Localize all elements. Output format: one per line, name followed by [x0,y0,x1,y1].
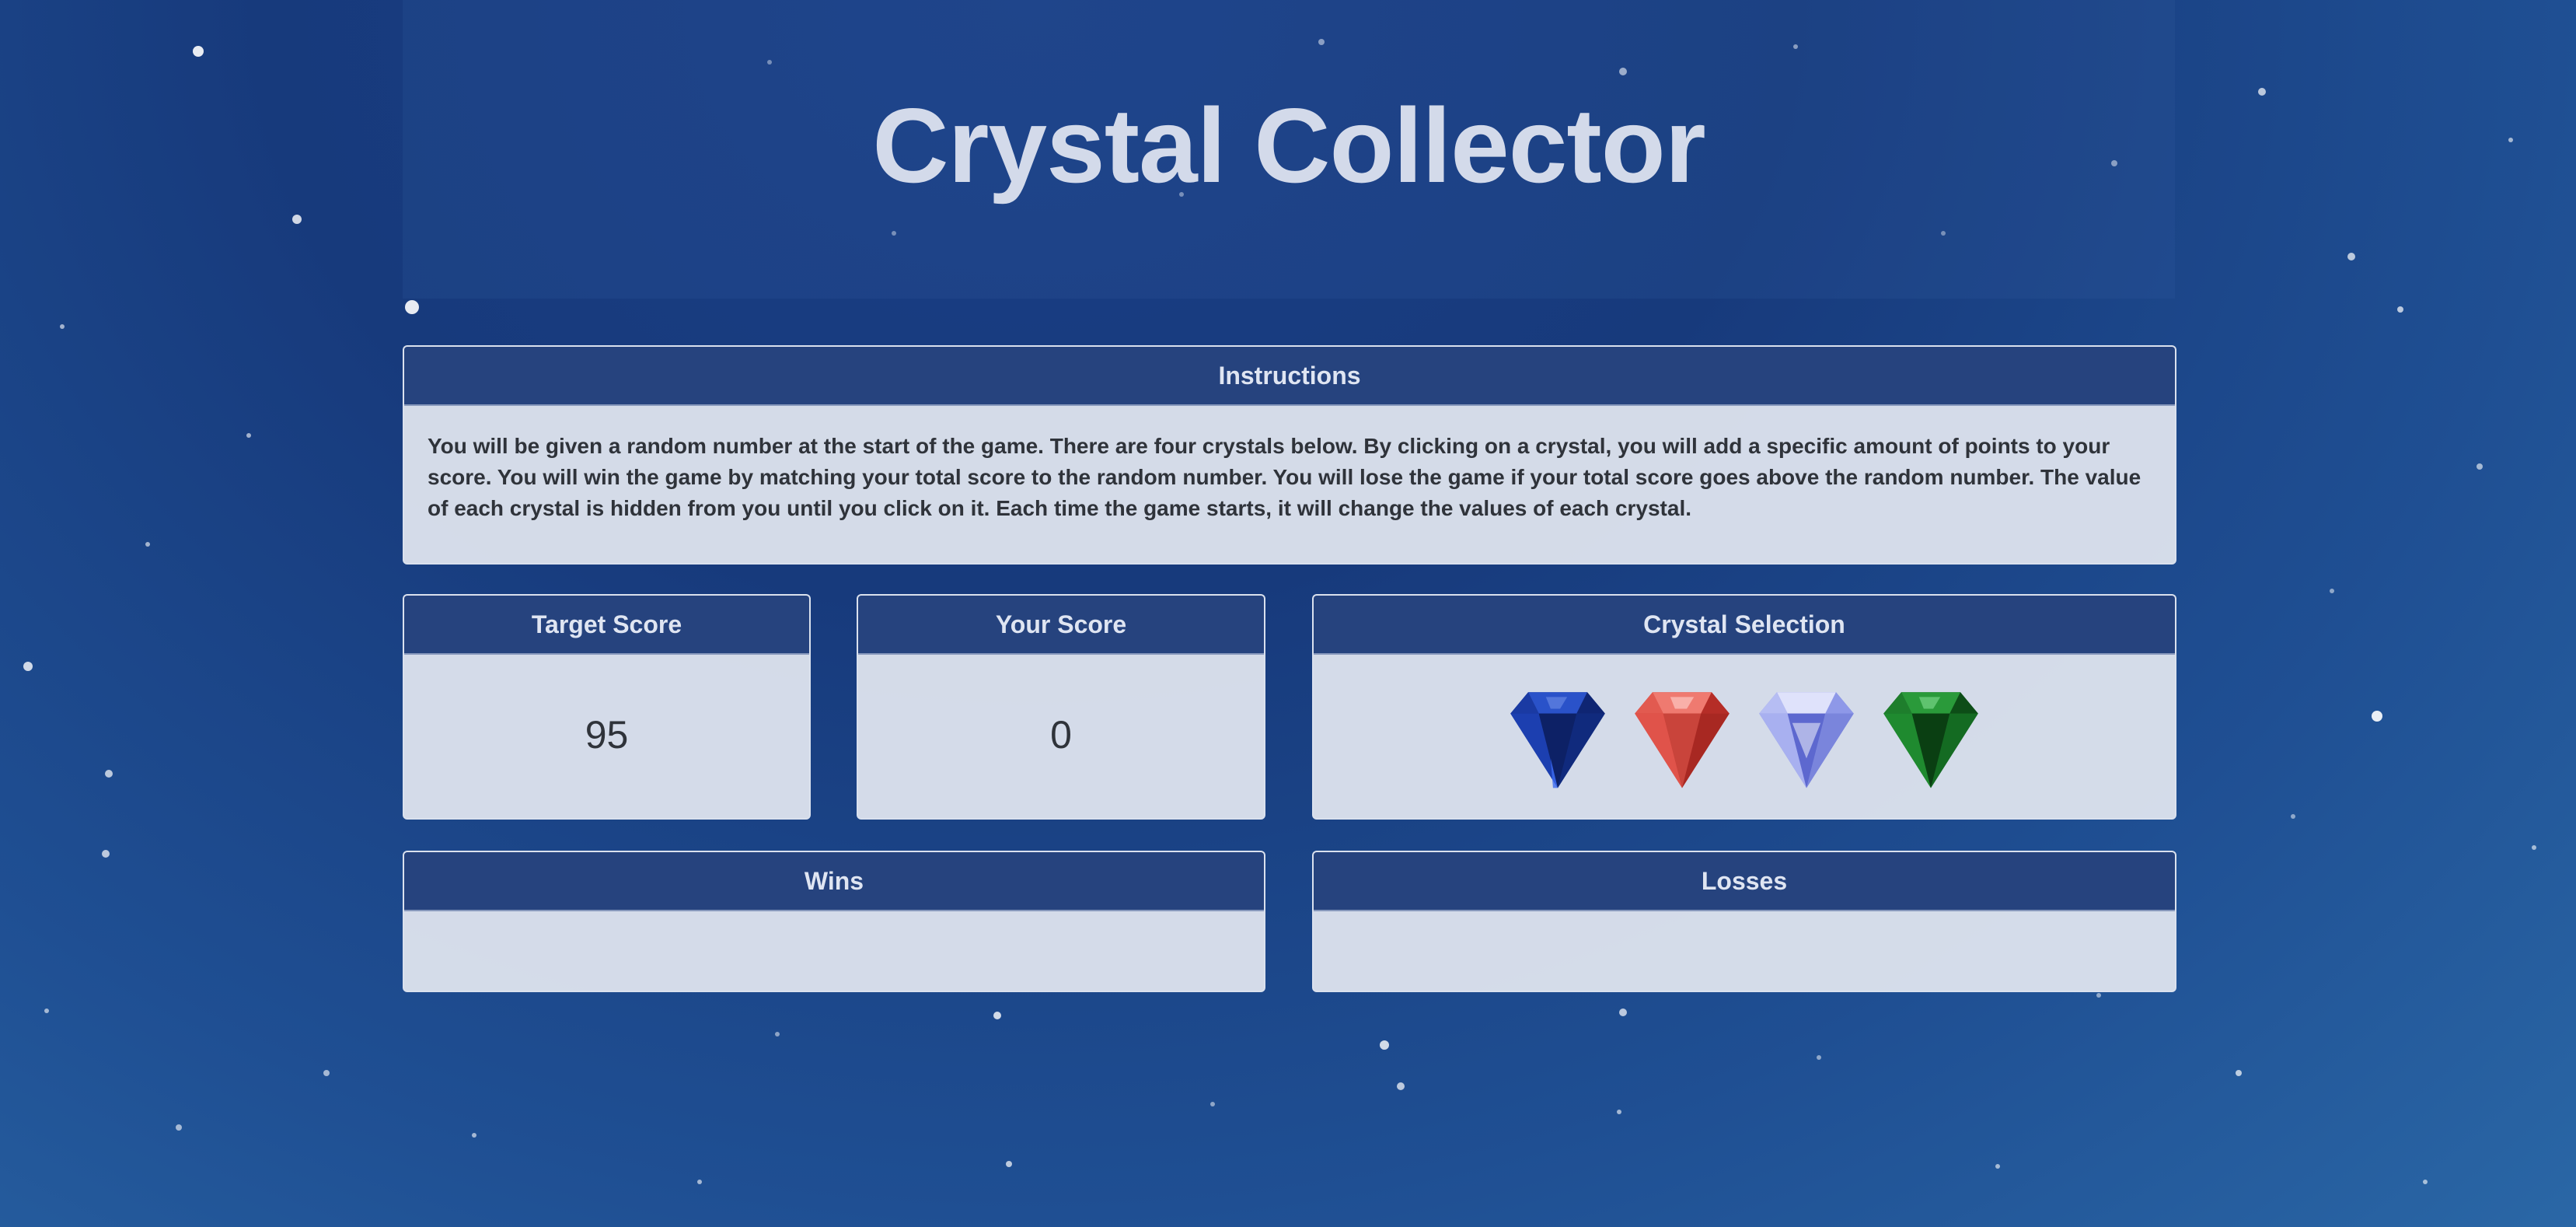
losses-body [1314,911,2175,989]
page-title: Crystal Collector [872,86,1705,204]
losses-heading: Losses [1314,852,2175,911]
your-score-panel: Your Score 0 [857,594,1265,820]
target-score-heading: Target Score [404,596,809,655]
losses-panel: Losses [1312,851,2176,992]
wins-heading: Wins [404,852,1264,911]
blue-crystal-icon[interactable] [1499,676,1617,794]
target-score-value: 95 [585,713,629,757]
wins-panel: Wins [403,851,1265,992]
instructions-panel: Instructions You will be given a random … [403,345,2176,565]
green-crystal-icon[interactable] [1872,676,1990,794]
header-jumbotron: Crystal Collector [403,0,2175,299]
your-score-heading: Your Score [858,596,1264,655]
wins-body [404,911,1264,989]
red-crystal-icon[interactable] [1623,676,1741,794]
target-score-panel: Target Score 95 [403,594,811,820]
instructions-heading: Instructions [404,347,2175,406]
your-score-value: 0 [1050,713,1072,757]
crystal-selection-panel: Crystal Selection [1312,594,2176,820]
instructions-text: You will be given a random number at the… [428,434,2141,520]
crystal-list [1314,655,2175,815]
lavender-crystal-icon[interactable] [1747,676,1866,794]
crystal-selection-heading: Crystal Selection [1314,596,2175,655]
